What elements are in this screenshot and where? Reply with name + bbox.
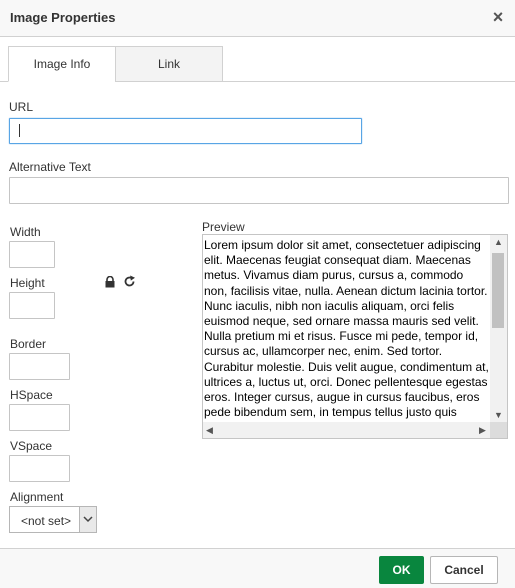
width-input[interactable]: [9, 241, 55, 268]
tab-link[interactable]: Link: [115, 46, 223, 82]
tab-bar: Image Info Link: [0, 37, 515, 82]
vspace-label: VSpace: [10, 439, 53, 453]
hspace-label: HSpace: [10, 388, 53, 402]
scroll-up-arrow-icon[interactable]: ▲: [494, 238, 503, 247]
scrollbar-thumb[interactable]: [492, 253, 504, 328]
reset-size-icon[interactable]: [123, 275, 136, 288]
dialog-footer: OK Cancel: [0, 548, 515, 588]
preview-pane: Lorem ipsum dolor sit amet, consectetuer…: [202, 234, 508, 439]
close-icon[interactable]: ×: [491, 8, 505, 26]
alignment-label: Alignment: [10, 490, 64, 504]
alt-text-label: Alternative Text: [9, 160, 91, 174]
alignment-value: <not set>: [21, 514, 72, 528]
width-label: Width: [10, 225, 41, 239]
ok-button[interactable]: OK: [379, 556, 424, 584]
vertical-scrollbar[interactable]: ▲ ▼: [490, 235, 507, 423]
horizontal-scrollbar[interactable]: ◀ ▶: [203, 422, 490, 438]
preview-text: Lorem ipsum dolor sit amet, consectetuer…: [204, 238, 489, 434]
border-input[interactable]: [9, 353, 70, 380]
border-label: Border: [10, 337, 47, 351]
tab-image-info[interactable]: Image Info: [8, 46, 116, 82]
dialog-title: Image Properties: [10, 10, 116, 25]
text-caret: [19, 124, 20, 137]
scroll-left-arrow-icon[interactable]: ◀: [206, 426, 213, 435]
scroll-right-arrow-icon[interactable]: ▶: [479, 426, 486, 435]
cancel-button[interactable]: Cancel: [430, 556, 498, 584]
scrollbar-corner: [490, 422, 507, 438]
vspace-input[interactable]: [9, 455, 70, 482]
chevron-down-icon: [83, 516, 93, 523]
url-input[interactable]: [9, 118, 362, 144]
hspace-input[interactable]: [9, 404, 70, 431]
alt-text-input[interactable]: [9, 177, 509, 204]
dropdown-button[interactable]: [79, 507, 96, 532]
preview-label: Preview: [202, 220, 245, 234]
scroll-down-arrow-icon[interactable]: ▼: [494, 411, 503, 420]
alignment-select[interactable]: <not set>: [9, 506, 97, 533]
url-label: URL: [9, 100, 34, 114]
height-input[interactable]: [9, 292, 55, 319]
dialog-titlebar: Image Properties ×: [0, 0, 515, 37]
lock-icon[interactable]: [104, 276, 116, 288]
height-label: Height: [10, 276, 45, 290]
